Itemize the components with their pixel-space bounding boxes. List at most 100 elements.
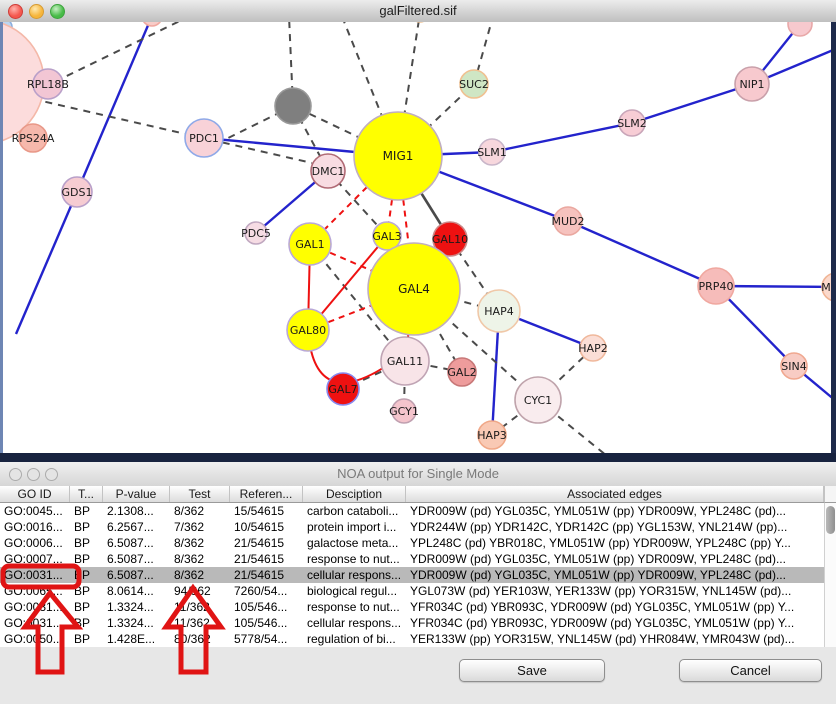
node-label-GAL2: GAL2: [447, 366, 476, 379]
graph-window-title: galFiltered.sif: [0, 3, 836, 18]
node-label-NIP1: NIP1: [739, 78, 764, 91]
table-cell: 105/546...: [230, 615, 303, 631]
table-cell: YDR244W (pp) YDR142C, YDR142C (pp) YGL15…: [406, 519, 824, 535]
table-row[interactable]: GO:0031...BP1.3324...11/362105/546...res…: [0, 599, 824, 615]
table-cell: GO:0016...: [0, 519, 70, 535]
column-header[interactable]: Associated edges: [406, 486, 824, 502]
table-cell: 1.3324...: [103, 599, 170, 615]
table-cell: 11/362: [170, 599, 230, 615]
table-cell: BP: [70, 503, 103, 519]
table-row[interactable]: GO:0007...BP6.5087...8/36221/54615respon…: [0, 551, 824, 567]
column-header[interactable]: Referen...: [230, 486, 303, 502]
table-cell: cellular respons...: [303, 567, 406, 583]
scrollbar-thumb[interactable]: [826, 506, 835, 534]
column-header[interactable]: P-value: [103, 486, 170, 502]
table-row[interactable]: GO:0045...BP2.1308...8/36215/54615carbon…: [0, 503, 824, 519]
table-cell: 7260/54...: [230, 583, 303, 599]
table-cell: response to nut...: [303, 599, 406, 615]
table-cell: 11/362: [170, 615, 230, 631]
table-row[interactable]: GO:0006...BP6.5087...8/36221/54615galact…: [0, 535, 824, 551]
button-bar: Save Cancel: [0, 647, 836, 704]
vertical-scrollbar[interactable]: [824, 503, 836, 647]
node-label-GDS1: GDS1: [62, 186, 93, 199]
table-cell: 6.2567...: [103, 519, 170, 535]
network-canvas-svg: RPL18BRPS24AGDS1PDC1DMC1MIG1SUC2SLM1SLM2…: [0, 22, 836, 453]
column-header[interactable]: Test: [170, 486, 230, 502]
node-label-SIN4: SIN4: [781, 360, 806, 373]
node-label-GAL1: GAL1: [295, 238, 324, 251]
column-header[interactable]: T...: [70, 486, 103, 502]
save-button[interactable]: Save: [459, 659, 605, 682]
table-cell: 8/362: [170, 551, 230, 567]
table-row[interactable]: GO:0016...BP6.2567...7/36210/54615protei…: [0, 519, 824, 535]
node-label-GAL3: GAL3: [372, 230, 401, 243]
graph-window: galFiltered.sif RPL18BRPS24AGDS1PDC1DMC1…: [0, 0, 836, 453]
table-row[interactable]: GO:0065...BP8.0614...94/3627260/54...bio…: [0, 583, 824, 599]
table-cell: GO:0031...: [0, 567, 70, 583]
table-cell: BP: [70, 535, 103, 551]
edge-pp[interactable]: [568, 221, 716, 286]
table-cell: 105/546...: [230, 599, 303, 615]
table-cell: biological regul...: [303, 583, 406, 599]
scrollbar-corner: [824, 486, 836, 503]
edge-pp[interactable]: [16, 192, 77, 334]
table-cell: GO:0007...: [0, 551, 70, 567]
canvas-left-border: [0, 22, 3, 453]
cancel-button[interactable]: Cancel: [679, 659, 822, 682]
table-row[interactable]: GO:0050...BP1.428E...80/3625778/54...reg…: [0, 631, 824, 647]
noa-window-titlebar[interactable]: NOA output for Single Mode: [0, 462, 836, 487]
table-cell: 6.5087...: [103, 535, 170, 551]
edge-pp[interactable]: [632, 84, 752, 123]
table-cell: YDR009W (pd) YGL035C, YML051W (pp) YDR00…: [406, 551, 824, 567]
table-cell: BP: [70, 599, 103, 615]
table-cell: 6.5087...: [103, 551, 170, 567]
table-cell: YFR034C (pd) YBR093C, YDR009W (pd) YGL03…: [406, 615, 824, 631]
table-cell: 8/362: [170, 567, 230, 583]
node-label-DMC1: DMC1: [312, 165, 345, 178]
node-label-HAP2: HAP2: [578, 342, 607, 355]
node-label-GAL11: GAL11: [387, 355, 423, 368]
graph-window-titlebar[interactable]: galFiltered.sif: [0, 0, 836, 23]
table-cell: 10/54615: [230, 519, 303, 535]
table-cell: galactose meta...: [303, 535, 406, 551]
table-row[interactable]: GO:0031...BP1.3324...11/362105/546...cel…: [0, 615, 824, 631]
node-label-PDC1: PDC1: [189, 132, 219, 145]
edge-pd[interactable]: [20, 96, 312, 163]
table-cell: BP: [70, 567, 103, 583]
table-cell: 8/362: [170, 535, 230, 551]
node-label-SLM2: SLM2: [617, 117, 647, 130]
node-label-GAL10: GAL10: [432, 233, 468, 246]
table-cell: YFR034C (pd) YBR093C, YDR009W (pd) YGL03…: [406, 599, 824, 615]
column-header[interactable]: Desciption: [303, 486, 406, 502]
node-label-PRP40: PRP40: [699, 280, 734, 293]
table-cell: 5778/54...: [230, 631, 303, 647]
node-top-pink[interactable]: [142, 22, 162, 26]
node-label-GAL80: GAL80: [290, 324, 326, 337]
results-table-header[interactable]: GO IDT...P-valueTestReferen...Desciption…: [0, 486, 824, 503]
node-label-HAP4: HAP4: [484, 305, 513, 318]
table-cell: YGL073W (pd) YER103W, YER133W (pp) YOR31…: [406, 583, 824, 599]
edge-pp[interactable]: [77, 22, 152, 192]
table-cell: 21/54615: [230, 551, 303, 567]
node-label-GAL7: GAL7: [328, 383, 357, 396]
table-cell: 8.0614...: [103, 583, 170, 599]
table-cell: GO:0065...: [0, 583, 70, 599]
results-table[interactable]: GO:0045...BP2.1308...8/36215/54615carbon…: [0, 503, 824, 647]
node-gray-node[interactable]: [275, 88, 311, 124]
table-cell: 1.428E...: [103, 631, 170, 647]
network-canvas[interactable]: RPL18BRPS24AGDS1PDC1DMC1MIG1SUC2SLM1SLM2…: [0, 22, 836, 453]
edge-pp[interactable]: [492, 123, 632, 152]
table-cell: 21/54615: [230, 535, 303, 551]
noa-output-window: NOA output for Single Mode GO IDT...P-va…: [0, 462, 836, 704]
node-label-GCY1: GCY1: [389, 405, 419, 418]
table-cell: cellular respons...: [303, 615, 406, 631]
node-label-SUC2: SUC2: [459, 78, 489, 91]
node-label-GAL4: GAL4: [398, 282, 430, 296]
node-label-SLM1: SLM1: [477, 146, 507, 159]
table-cell: YDR009W (pd) YGL035C, YML051W (pp) YDR00…: [406, 503, 824, 519]
node-label-PDC5: PDC5: [241, 227, 271, 240]
table-row-selected[interactable]: GO:0031...BP6.5087...8/36221/54615cellul…: [0, 567, 824, 583]
table-cell: 2.1308...: [103, 503, 170, 519]
table-cell: regulation of bi...: [303, 631, 406, 647]
column-header[interactable]: GO ID: [0, 486, 70, 502]
